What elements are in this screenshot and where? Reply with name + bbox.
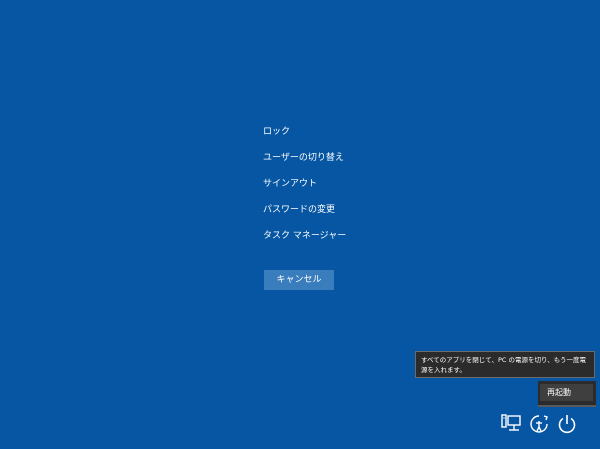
change-password-option[interactable]: パスワードの変更 (263, 203, 335, 217)
network-icon[interactable] (499, 412, 523, 436)
restart-tooltip: すべてのアプリを閉じて、PC の電源を切り、もう一度電源を入れます。 (415, 351, 595, 378)
power-menu: 再起動 (538, 381, 596, 407)
cancel-button[interactable]: キャンセル (264, 270, 334, 290)
switch-user-option[interactable]: ユーザーの切り替え (263, 151, 344, 165)
lock-option[interactable]: ロック (263, 125, 290, 139)
sign-out-option[interactable]: サインアウト (263, 177, 317, 191)
task-manager-option[interactable]: タスク マネージャー (263, 229, 346, 243)
power-icon[interactable] (555, 412, 579, 436)
ease-of-access-icon[interactable] (527, 412, 551, 436)
restart-option[interactable]: 再起動 (540, 384, 593, 401)
